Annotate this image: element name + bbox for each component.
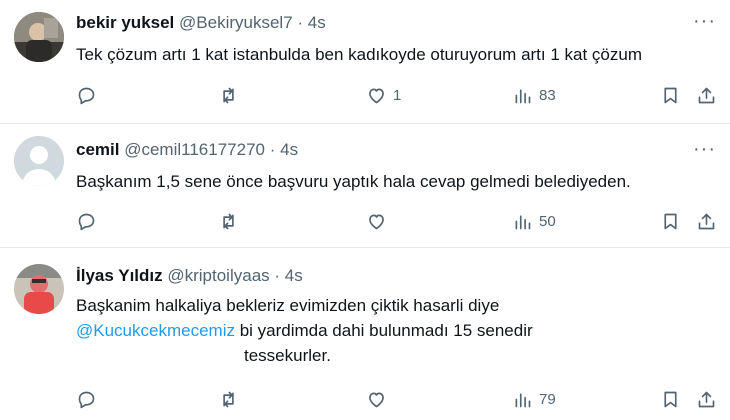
views-icon <box>515 88 531 103</box>
separator-dot: · <box>274 266 281 285</box>
tweet-header: bekir yuksel @Bekiryuksel7 · 4s <box>76 12 326 34</box>
tweet-header: İlyas Yıldız @kriptoilyaas · 4s <box>76 265 303 287</box>
user-handle[interactable]: @Bekiryuksel7 <box>179 13 293 32</box>
tweet[interactable]: İlyas Yıldız @kriptoilyaas · 4s Başkanim… <box>0 248 730 420</box>
retweet-button[interactable] <box>218 386 245 412</box>
bookmark-button[interactable] <box>660 82 681 108</box>
tweet-text: Başkanım 1,5 sene önce başvuru yaptık ha… <box>76 169 631 194</box>
tweet-text-line: tessekurler. <box>244 346 331 365</box>
retweet-button[interactable] <box>218 82 245 108</box>
bookmark-icon <box>664 391 677 407</box>
bookmark-icon <box>664 87 677 103</box>
tweet-text-line: @Kucukcekmecemiz bi yardimda dahi bulunm… <box>76 318 533 343</box>
share-icon <box>698 213 715 229</box>
default-avatar-icon <box>14 136 64 186</box>
tweet-text: Tek çözum artı 1 kat istanbulda ben kadı… <box>76 42 642 67</box>
avatar[interactable] <box>14 264 64 314</box>
user-handle[interactable]: @kriptoilyaas <box>167 266 269 285</box>
tweet-text-line: Tek çözum artı 1 kat istanbulda ben kadı… <box>76 45 643 64</box>
user-handle[interactable]: @cemil116177270 <box>124 140 265 159</box>
reply-icon <box>78 213 95 230</box>
timestamp[interactable]: 4s <box>308 13 326 32</box>
bookmark-button[interactable] <box>660 208 681 234</box>
avatar-photo <box>14 264 64 314</box>
views-icon <box>515 392 531 407</box>
tweet-header: cemil @cemil116177270 · 4s <box>76 139 298 161</box>
views-icon <box>515 214 531 229</box>
like-count: 1 <box>393 86 402 104</box>
like-icon <box>369 392 384 407</box>
timestamp[interactable]: 4s <box>285 266 303 285</box>
like-icon <box>369 214 384 229</box>
retweet-icon <box>223 391 234 407</box>
tweet[interactable]: bekir yuksel @Bekiryuksel7 · 4s ··· Tek … <box>0 0 730 124</box>
display-name[interactable]: İlyas Yıldız <box>76 266 163 285</box>
share-icon <box>698 87 715 103</box>
views-button[interactable]: 79 <box>512 386 556 412</box>
separator-dot: · <box>297 13 304 32</box>
views-count: 79 <box>539 390 556 408</box>
reply-icon <box>78 391 95 408</box>
bookmark-icon <box>664 213 677 229</box>
share-button[interactable] <box>696 386 717 412</box>
like-button[interactable] <box>366 386 393 412</box>
reply-button[interactable] <box>76 82 103 108</box>
display-name[interactable]: cemil <box>76 140 119 159</box>
views-count: 83 <box>539 86 556 104</box>
like-button[interactable]: 1 <box>366 82 401 108</box>
retweet-button[interactable] <box>218 208 245 234</box>
share-icon <box>698 391 715 407</box>
more-icon[interactable]: ··· <box>693 139 716 159</box>
share-button[interactable] <box>696 208 717 234</box>
reply-button[interactable] <box>76 208 103 234</box>
reply-button[interactable] <box>76 386 103 412</box>
tweet-text-line: Başkanım 1,5 sene önce başvuru yaptık ha… <box>76 172 631 191</box>
avatar[interactable] <box>14 12 64 62</box>
tweet-text: Başkanim halkaliya bekleriz evimizden çi… <box>76 293 533 368</box>
views-button[interactable]: 50 <box>512 208 556 234</box>
views-button[interactable]: 83 <box>512 82 556 108</box>
like-button[interactable] <box>366 208 393 234</box>
like-icon <box>369 88 384 103</box>
tweet-actions: 1 83 <box>0 82 730 108</box>
share-button[interactable] <box>696 82 717 108</box>
avatar[interactable] <box>14 136 64 186</box>
display-name[interactable]: bekir yuksel <box>76 13 174 32</box>
timestamp[interactable]: 4s <box>280 140 298 159</box>
retweet-icon <box>223 87 234 103</box>
more-icon[interactable]: ··· <box>693 11 716 31</box>
tweet-text-fragment: bi yardimda dahi bulunmadı 15 senedir <box>234 321 533 340</box>
views-count: 50 <box>539 212 556 230</box>
bookmark-button[interactable] <box>660 386 681 412</box>
reply-icon <box>78 87 95 104</box>
avatar-photo <box>14 12 64 62</box>
tweet-text-line: Başkanim halkaliya bekleriz evimizden çi… <box>76 296 500 315</box>
tweet[interactable]: cemil @cemil116177270 · 4s ··· Başkanım … <box>0 124 730 248</box>
retweet-icon <box>223 213 234 229</box>
separator-dot: · <box>269 140 276 159</box>
tweet-actions: 50 <box>0 208 730 234</box>
mention-link[interactable]: @Kucukcekmecemiz <box>76 321 235 340</box>
tweet-actions: 79 <box>0 386 730 412</box>
